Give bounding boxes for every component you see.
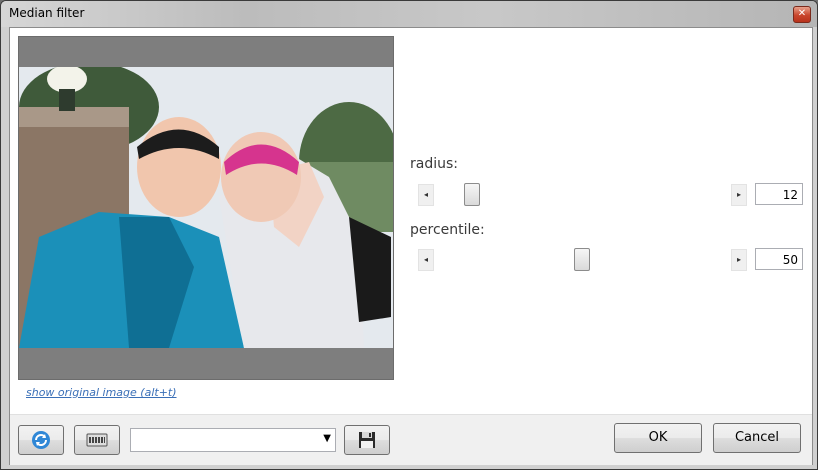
radius-slider-thumb[interactable] bbox=[463, 183, 480, 206]
radius-slider-row: ◂ ▸ 12 bbox=[418, 183, 804, 206]
dialog-body: show original image (alt+t) radius: ◂ ▸ … bbox=[9, 27, 813, 465]
preview-photo-graphic bbox=[19, 67, 393, 348]
title-bar[interactable]: Median filter ✕ bbox=[1, 1, 817, 27]
radius-increase-button[interactable]: ▸ bbox=[731, 184, 747, 206]
percentile-decrease-button[interactable]: ◂ bbox=[418, 249, 434, 271]
percentile-slider-thumb[interactable] bbox=[574, 248, 590, 271]
floppy-disk-icon bbox=[359, 432, 375, 448]
arrow-right-icon: ▸ bbox=[736, 255, 741, 264]
image-preview[interactable] bbox=[18, 36, 394, 380]
reset-button[interactable] bbox=[18, 425, 64, 455]
keyboard-button[interactable] bbox=[74, 425, 120, 455]
button-bar: ▼ OK Cancel bbox=[10, 414, 812, 465]
keyboard-icon bbox=[86, 433, 108, 447]
preset-combobox[interactable]: ▼ bbox=[130, 428, 336, 452]
close-button[interactable]: ✕ bbox=[793, 6, 811, 23]
arrow-left-icon: ◂ bbox=[423, 190, 428, 199]
arrow-right-icon: ▸ bbox=[736, 190, 741, 199]
save-preset-button[interactable] bbox=[344, 425, 390, 455]
percentile-increase-button[interactable]: ▸ bbox=[731, 249, 747, 271]
show-original-link[interactable]: show original image (alt+t) bbox=[26, 386, 177, 399]
refresh-icon bbox=[32, 431, 50, 449]
percentile-slider-row: ◂ ▸ 50 bbox=[418, 248, 804, 271]
arrow-left-icon: ◂ bbox=[423, 255, 428, 264]
median-filter-dialog: Median filter ✕ show original image (alt… bbox=[0, 0, 818, 470]
chevron-down-icon: ▼ bbox=[323, 433, 331, 444]
percentile-label: percentile: bbox=[410, 222, 485, 238]
preview-photo bbox=[19, 67, 393, 348]
close-icon: ✕ bbox=[797, 8, 807, 19]
radius-label: radius: bbox=[410, 156, 458, 172]
radius-decrease-button[interactable]: ◂ bbox=[418, 184, 434, 206]
percentile-value-input[interactable]: 50 bbox=[755, 248, 803, 270]
radius-value-input[interactable]: 12 bbox=[755, 183, 803, 205]
ok-button[interactable]: OK bbox=[614, 423, 702, 453]
window-title: Median filter bbox=[9, 6, 85, 20]
cancel-button[interactable]: Cancel bbox=[713, 423, 801, 453]
